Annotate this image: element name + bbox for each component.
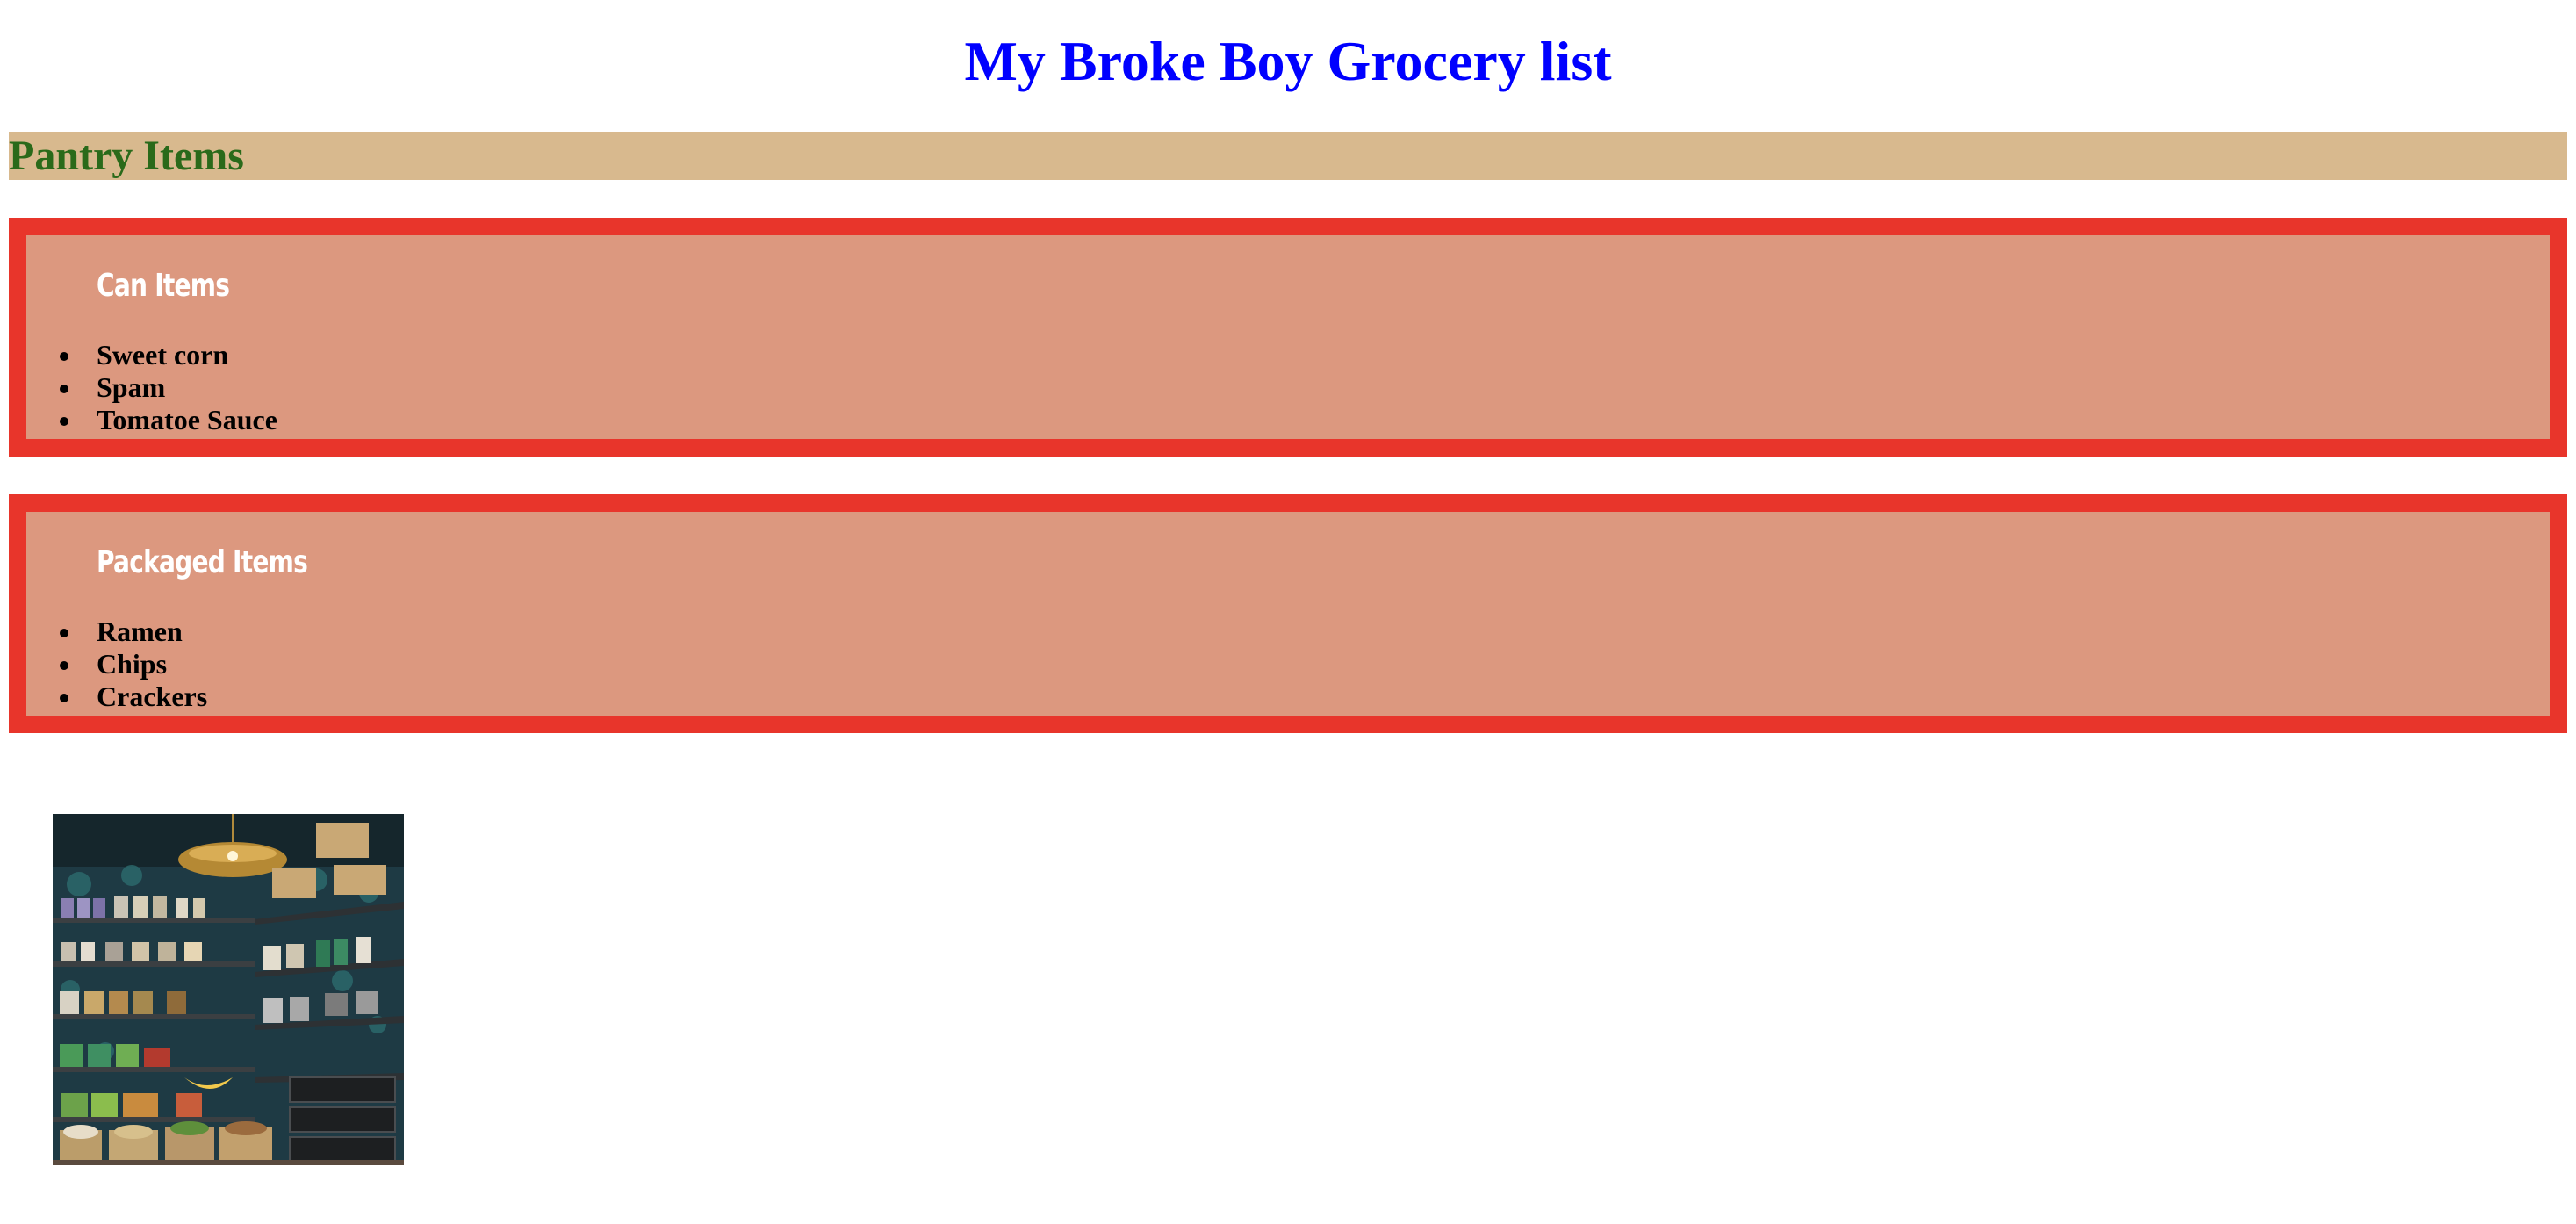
can-items-list: Sweet corn Spam Tomatoe Sauce xyxy=(60,339,277,436)
pantry-photo xyxy=(53,814,404,1165)
list-item: Chips xyxy=(59,648,207,680)
group-heading-packaged-items: Packaged Items xyxy=(97,544,308,580)
pantry-shelves-illustration xyxy=(53,814,404,1165)
section-label: Pantry Items xyxy=(9,133,244,179)
list-item: Ramen xyxy=(59,616,207,648)
packaged-items-list: Ramen Chips Crackers xyxy=(59,616,208,713)
section-banner-pantry: Pantry Items xyxy=(9,132,2567,180)
group-heading-can-items: Can Items xyxy=(97,268,230,304)
list-item: Tomatoe Sauce xyxy=(60,404,277,436)
packaged-items-group: Packaged Items Ramen Chips Crackers xyxy=(9,494,2567,733)
page-title: My Broke Boy Grocery list xyxy=(964,30,1612,92)
list-item: Crackers xyxy=(59,680,208,712)
can-items-group: Can Items Sweet corn Spam Tomatoe Sauce xyxy=(9,218,2567,457)
list-item: Sweet corn xyxy=(60,339,277,371)
list-item: Spam xyxy=(60,371,277,404)
